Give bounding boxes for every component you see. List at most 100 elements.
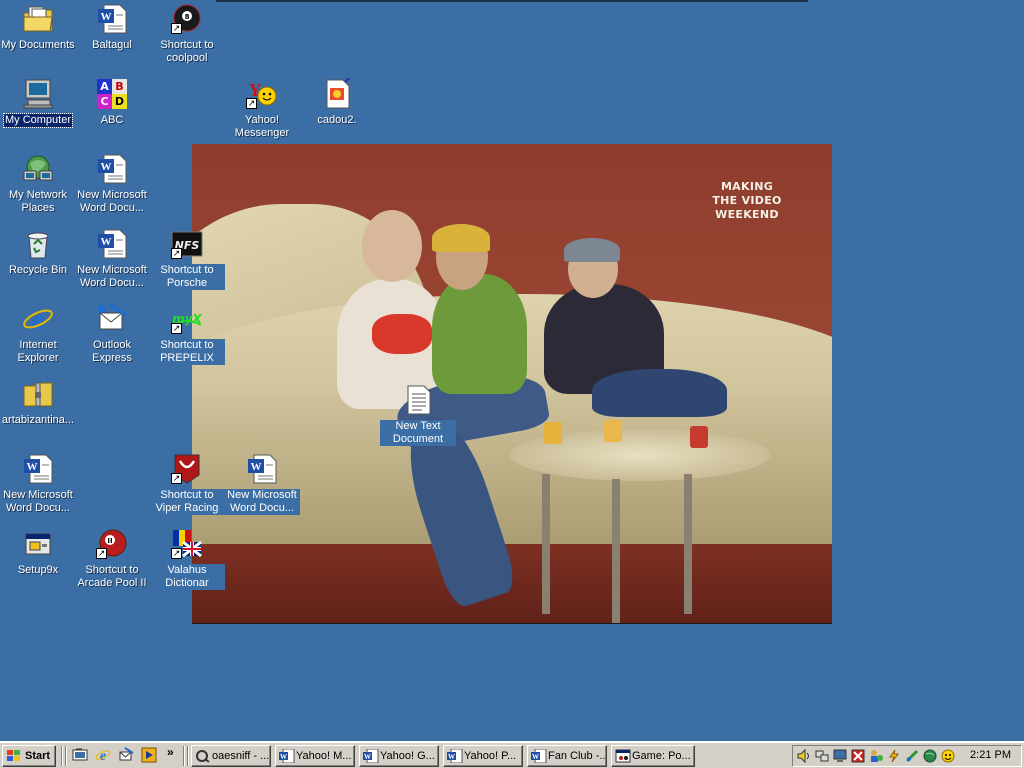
svg-text:W: W bbox=[532, 753, 539, 761]
icon-label: Recycle Bin bbox=[8, 264, 68, 276]
wallpaper-photo: MAKING THE VIDEO WEEKEND bbox=[192, 144, 832, 624]
desktop[interactable]: MAKING THE VIDEO WEEKEND My Documents W … bbox=[0, 0, 1024, 741]
svg-text:W: W bbox=[364, 753, 371, 761]
outlook-express-icon bbox=[98, 303, 127, 330]
start-label: Start bbox=[25, 750, 51, 762]
firewall-icon[interactable] bbox=[851, 749, 865, 763]
setup-installer-icon bbox=[25, 533, 51, 555]
word-document-icon: W bbox=[279, 749, 295, 763]
task-button-oaesniff[interactable]: oaesniff - ... bbox=[191, 745, 271, 767]
desktop-icon-setup9x[interactable]: Setup9x bbox=[0, 528, 76, 578]
quick-launch-chevron[interactable]: » bbox=[167, 745, 174, 759]
network-icon bbox=[23, 155, 53, 181]
task-button-yahoo-g[interactable]: W Yahoo! G... bbox=[359, 745, 439, 767]
desktop-icon-cadou2[interactable]: cadou2. bbox=[299, 78, 375, 128]
start-button[interactable]: Start bbox=[2, 745, 56, 767]
icon-label: cadou2. bbox=[317, 114, 357, 126]
task-button-fan-club[interactable]: W Fan Club -... bbox=[527, 745, 607, 767]
desktop-icon-valahus[interactable]: ↗ Valahus Dictionar bbox=[149, 528, 225, 591]
desktop-icon-word-doc-2[interactable]: W New Microsoft Word Docu... bbox=[74, 228, 150, 291]
task-button-yahoo-p[interactable]: W Yahoo! P... bbox=[443, 745, 523, 767]
word-document-icon: W bbox=[531, 749, 547, 763]
icon-label: Shortcut to coolpool bbox=[160, 39, 214, 64]
show-desktop-icon[interactable] bbox=[72, 747, 88, 763]
desktop-icon-prepelix[interactable]: myX ↗ Shortcut to PREPELIX bbox=[149, 303, 225, 366]
desktop-icon-porsche[interactable]: NFS ↗ Shortcut to Porsche bbox=[149, 228, 225, 291]
desktop-icon-abc[interactable]: A B C D ABC bbox=[74, 78, 150, 128]
icon-label: New Text Document bbox=[380, 420, 456, 446]
svg-text:B: B bbox=[115, 80, 123, 93]
icon-label: Baltagul bbox=[92, 39, 132, 51]
desktop-icon-outlook-express[interactable]: Outlook Express bbox=[74, 303, 150, 366]
user-status-icon[interactable] bbox=[869, 749, 883, 763]
svg-text:W: W bbox=[101, 11, 112, 23]
svg-text:C: C bbox=[100, 95, 108, 108]
desktop-icon-my-documents[interactable]: My Documents bbox=[0, 3, 76, 53]
svg-text:8: 8 bbox=[185, 13, 190, 21]
task-button-yahoo-m[interactable]: W Yahoo! M... bbox=[275, 745, 355, 767]
word-document-icon: W bbox=[98, 4, 127, 34]
icon-label: artabizantina... bbox=[1, 414, 75, 426]
icon-label: Shortcut to Viper Racing bbox=[149, 489, 225, 515]
wallpaper-table-leg bbox=[542, 474, 550, 614]
icon-label: Outlook Express bbox=[92, 339, 132, 364]
wallpaper-person-left-head bbox=[362, 210, 422, 282]
desktop-icon-word-doc-4[interactable]: W New Microsoft Word Docu... bbox=[224, 453, 300, 516]
desktop-icon-artabizantina[interactable]: artabizantina... bbox=[0, 378, 76, 428]
desktop-icon-viper-racing[interactable]: ↗ Shortcut to Viper Racing bbox=[149, 453, 225, 516]
taskbar-clock[interactable]: 2:21 PM bbox=[970, 749, 1011, 761]
task-label: Fan Club -... bbox=[548, 750, 607, 762]
shortcut-arrow-icon: ↗ bbox=[171, 248, 182, 259]
display-icon[interactable] bbox=[833, 749, 847, 763]
network-connection-icon[interactable] bbox=[815, 749, 829, 763]
svg-text:W: W bbox=[27, 461, 38, 473]
wallpaper-table-leg bbox=[612, 479, 620, 623]
volume-icon[interactable] bbox=[797, 749, 811, 763]
desktop-icon-baltagul[interactable]: W Baltagul bbox=[74, 3, 150, 53]
antivirus-icon[interactable] bbox=[905, 749, 919, 763]
desktop-icon-recycle-bin[interactable]: Recycle Bin bbox=[0, 228, 76, 278]
taskbar-separator bbox=[183, 746, 185, 766]
globe-icon[interactable] bbox=[923, 749, 937, 763]
taskbar-separator bbox=[65, 746, 67, 766]
lightning-icon[interactable] bbox=[887, 749, 901, 763]
desktop-icon-yahoo-messenger[interactable]: Y ↗ Yahoo! Messenger bbox=[224, 78, 300, 141]
task-label: Yahoo! P... bbox=[464, 750, 517, 762]
top-window-edge bbox=[216, 0, 808, 2]
desktop-icon-word-doc-3[interactable]: W New Microsoft Word Docu... bbox=[0, 453, 76, 516]
yahoo-messenger-icon[interactable] bbox=[941, 749, 955, 763]
wallpaper-glass bbox=[544, 422, 562, 444]
icon-label: New Microsoft Word Docu... bbox=[77, 264, 147, 289]
shortcut-arrow-icon: ↗ bbox=[96, 548, 107, 559]
desktop-icon-my-computer[interactable]: My Computer bbox=[0, 78, 76, 128]
media-player-icon[interactable] bbox=[141, 747, 157, 763]
desktop-icon-internet-explorer[interactable]: e Internet Explorer bbox=[0, 303, 76, 366]
shortcut-arrow-icon: ↗ bbox=[171, 473, 182, 484]
icon-label: Internet Explorer bbox=[17, 339, 59, 364]
word-document-icon: W bbox=[98, 229, 127, 259]
game-window-icon bbox=[615, 749, 631, 763]
desktop-icon-coolpool[interactable]: 8 ↗ Shortcut to coolpool bbox=[149, 3, 225, 66]
image-file-icon bbox=[326, 78, 351, 109]
desktop-icon-word-doc-1[interactable]: W New Microsoft Word Docu... bbox=[74, 153, 150, 216]
icon-label: New Microsoft Word Docu... bbox=[77, 189, 147, 214]
wallpaper-caption: MAKING THE VIDEO WEEKEND bbox=[712, 180, 782, 221]
svg-text:e: e bbox=[32, 305, 44, 335]
shortcut-arrow-icon: ↗ bbox=[171, 548, 182, 559]
zip-folder-icon bbox=[23, 382, 53, 407]
outlook-express-icon[interactable] bbox=[118, 747, 134, 763]
icon-label: My Computer bbox=[2, 113, 74, 128]
desktop-icon-my-network-places[interactable]: My Network Places bbox=[0, 153, 76, 216]
desktop-icon-new-text-document[interactable]: New Text Document bbox=[380, 384, 456, 447]
desktop-icon-arcade-pool[interactable]: II ↗ Shortcut to Arcade Pool II bbox=[74, 528, 150, 591]
wallpaper-person-middle bbox=[432, 274, 527, 394]
task-button-game[interactable]: Game: Po... bbox=[611, 745, 695, 767]
icon-label: New Microsoft Word Docu... bbox=[224, 489, 300, 515]
internet-explorer-icon[interactable]: e bbox=[95, 747, 111, 763]
taskbar: Start e » oaesniff - ... W Yahoo! M... W… bbox=[0, 741, 1024, 768]
taskbar-separator bbox=[187, 746, 189, 766]
icon-label: Setup9x bbox=[17, 564, 59, 576]
word-document-icon: W bbox=[447, 749, 463, 763]
sniffer-icon bbox=[196, 750, 210, 763]
wallpaper-person-right-legs bbox=[592, 369, 727, 417]
